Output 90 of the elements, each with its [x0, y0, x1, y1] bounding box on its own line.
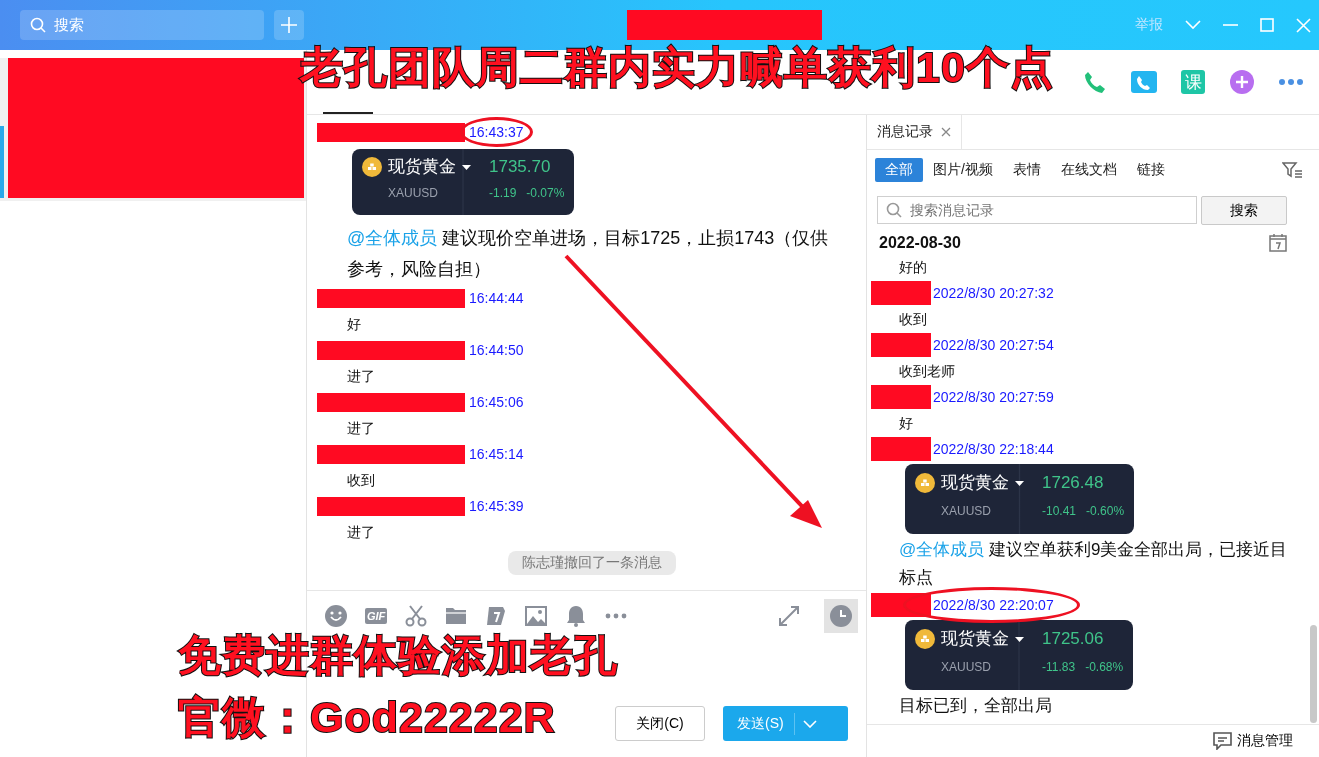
message-icon — [1213, 732, 1232, 750]
filter-tab[interactable]: 全部 — [875, 158, 923, 182]
filter-tab[interactable]: 图片/视频 — [923, 158, 1003, 182]
tab-label: 消息记录 — [877, 123, 933, 141]
caret-icon — [1015, 636, 1024, 642]
button-label: 消息管理 — [1237, 732, 1293, 750]
message-text: 收到 — [347, 472, 375, 488]
quote-name: 现货黄金 — [941, 628, 1009, 650]
message-text: 好 — [899, 415, 913, 431]
chevron-down-icon[interactable] — [802, 719, 817, 728]
button-label: 发送(S) — [737, 714, 784, 733]
redaction-block — [871, 593, 931, 617]
bell-icon[interactable] — [565, 605, 588, 627]
message-time: 2022/8/30 22:20:07 — [933, 597, 1054, 613]
more-icon[interactable] — [1279, 79, 1303, 85]
search-icon — [30, 17, 46, 33]
quote-price: 1735.70 — [489, 156, 551, 178]
message-time: 16:45:14 — [469, 446, 524, 462]
search-placeholder: 搜索 — [54, 15, 84, 35]
folder-icon[interactable] — [445, 605, 468, 627]
quote-symbol: XAUUSD — [941, 659, 992, 676]
message-time: 2022/8/30 20:27:32 — [933, 285, 1054, 301]
message-time: 16:44:44 — [469, 290, 524, 306]
quote-name: 现货黄金 — [388, 156, 456, 178]
smiley-icon[interactable] — [325, 605, 347, 627]
message-time: 16:43:37 — [469, 124, 524, 140]
calendar-icon[interactable] — [1269, 233, 1287, 252]
more-icon[interactable] — [605, 613, 628, 619]
quote-price: 1726.48 — [1042, 472, 1104, 494]
search-icon — [886, 202, 902, 218]
coin-icon — [915, 629, 935, 649]
message-time: 2022/8/30 20:27:59 — [933, 389, 1054, 405]
message-time: 16:44:50 — [469, 342, 524, 358]
close-icon[interactable] — [941, 127, 951, 137]
add-icon[interactable] — [1229, 69, 1255, 95]
quote-card[interactable]: 现货黄金 XAUUSD 1735.70 -1.19 -0.07% — [352, 149, 575, 215]
search-button[interactable]: 搜索 — [1201, 196, 1287, 225]
caret-icon — [1015, 480, 1024, 486]
message-manager-button[interactable]: 消息管理 — [1213, 732, 1293, 750]
video-call-icon[interactable] — [1131, 69, 1157, 95]
expand-icon[interactable] — [778, 605, 800, 627]
message-text: 进了 — [347, 420, 375, 436]
clock-icon — [830, 605, 852, 627]
coin-icon — [915, 473, 935, 493]
message-text: 进了 — [347, 368, 375, 384]
message-text: 目标已到，全部出局 — [899, 695, 1053, 717]
message-text: 好的 — [899, 259, 927, 275]
scrollbar-thumb[interactable] — [1310, 625, 1317, 723]
message-time: 16:45:06 — [469, 394, 524, 410]
quote-percent: -0.68% — [1085, 659, 1124, 676]
message-time: 2022/8/30 22:18:44 — [933, 441, 1054, 457]
quote-symbol: XAUUSD — [941, 503, 992, 520]
quote-price: 1725.06 — [1042, 628, 1104, 650]
message-text: 好 — [347, 316, 361, 332]
message-text: 收到 — [899, 311, 927, 327]
image-icon[interactable] — [525, 605, 548, 627]
quote-percent: -0.60% — [1086, 503, 1125, 520]
quote-percent: -0.07% — [526, 185, 565, 202]
phone-icon[interactable] — [1083, 70, 1107, 94]
scissors-icon[interactable] — [405, 605, 428, 627]
promo-caption: 免费进群体验添加老孔 — [178, 632, 618, 680]
message-text: 进了 — [347, 524, 375, 540]
quote-change: -11.83 — [1042, 659, 1076, 676]
caret-icon — [462, 164, 471, 170]
coin-icon — [362, 157, 382, 177]
filter-tab[interactable]: 表情 — [1002, 158, 1051, 182]
quote-card[interactable]: 现货黄金 XAUUSD 1725.06 -11.83 -0.68% — [905, 620, 1134, 690]
message-time: 16:45:39 — [469, 498, 524, 514]
add-button[interactable] — [274, 10, 304, 40]
message-time: 2022/8/30 20:27:54 — [933, 337, 1054, 353]
search-field[interactable]: 搜索消息记录 — [877, 196, 1197, 224]
message-text: @全体成员 建议空单获利9美金全部出局，已接近目标点 — [899, 539, 1289, 589]
filter-tab[interactable]: 链接 — [1126, 158, 1175, 182]
quote-name: 现货黄金 — [941, 472, 1009, 494]
recall-notice: 陈志瑾撤回了一条消息 — [507, 551, 676, 575]
quote-symbol: XAUUSD — [388, 185, 439, 202]
chevron-down-icon[interactable] — [1185, 20, 1201, 30]
quote-change: -10.41 — [1042, 503, 1077, 520]
history-button[interactable] — [824, 599, 858, 633]
plus-icon — [281, 17, 297, 33]
message-text: @全体成员 建议现价空单进场，目标1725，止损1743（仅供参考，风险自担） — [347, 228, 829, 279]
quote-change: -1.19 — [489, 185, 517, 202]
message-text: 收到老师 — [899, 363, 955, 379]
date-heading: 2022-08-30 — [879, 233, 961, 252]
close-button[interactable]: 关闭(C) — [615, 706, 705, 741]
filter-icon[interactable] — [1282, 161, 1303, 179]
filter-tab[interactable]: 在线文档 — [1050, 158, 1127, 182]
promo-caption: 官微：God22222R — [178, 694, 556, 742]
maximize-icon[interactable] — [1260, 18, 1274, 32]
quote-card[interactable]: 现货黄金 XAUUSD 1726.48 -10.41 -0.60% — [905, 464, 1135, 534]
